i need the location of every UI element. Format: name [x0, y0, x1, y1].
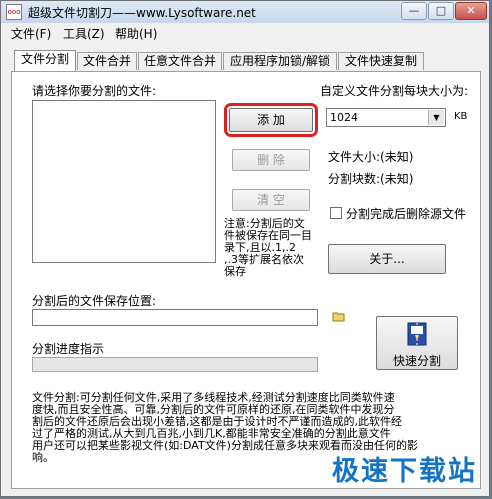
chevron-down-icon[interactable]: ▼	[428, 110, 444, 125]
app-icon: ooo	[6, 4, 22, 20]
progress-label: 分割进度指示	[32, 342, 105, 356]
split-progress-bar	[32, 357, 318, 372]
file-listbox[interactable]	[32, 100, 216, 263]
menu-tools[interactable]: 工具(Z)	[63, 25, 105, 42]
folder-icon[interactable]	[332, 311, 346, 323]
menu-help[interactable]: 帮助(H)	[115, 25, 157, 42]
delete-button[interactable]: 删 除	[232, 149, 310, 171]
window-title: 超级文件切割刀——www.Lysoftware.net	[28, 6, 256, 20]
close-button[interactable]: ✕	[455, 2, 487, 20]
block-count-label: 分割块数:(未知)	[328, 172, 414, 186]
delete-source-checkbox[interactable]	[330, 207, 342, 219]
quick-split-label: 快速分割	[392, 354, 441, 368]
clear-button[interactable]: 清 空	[232, 189, 310, 211]
tab-file-split[interactable]: 文件分割	[14, 50, 76, 72]
save-note: 注意:分割后的文 件被保存在同一目 录下,且以.1,.2 ,.3等扩展名依次 保…	[224, 218, 324, 278]
add-button[interactable]: 添 加	[224, 103, 318, 137]
delete-source-label[interactable]: 分割完成后删除源文件	[346, 205, 466, 222]
custom-size-label: 自定义文件分割每块大小为:	[320, 84, 469, 98]
block-size-value: 1024	[330, 111, 358, 124]
block-size-select[interactable]: 1024 ▼	[326, 108, 446, 127]
tab-app-lock[interactable]: 应用程序加锁/解锁	[223, 52, 337, 70]
menu-bar: 文件(F) 工具(Z) 帮助(H)	[1, 23, 489, 41]
file-size-label: 文件大小:(未知)	[328, 150, 414, 164]
title-bar[interactable]: ooo 超级文件切割刀——www.Lysoftware.net — □ ✕	[1, 1, 489, 24]
note-line: 保存	[224, 265, 246, 278]
quick-split-button[interactable]: 快速分割	[376, 316, 458, 370]
maximize-button[interactable]: □	[428, 2, 454, 20]
file-split-panel: 请选择你要分割的文件: 添 加 删 除 清 空 注意:分割后的文 件被保存在同一…	[11, 71, 481, 489]
minimize-button[interactable]: —	[401, 2, 427, 20]
tab-file-merge[interactable]: 文件合并	[77, 52, 137, 70]
save-location-label: 分割后的文件保存位置:	[32, 294, 157, 308]
select-file-label: 请选择你要分割的文件:	[32, 84, 157, 98]
tab-any-file-merge[interactable]: 任意文件合并	[138, 52, 222, 70]
save-location-input[interactable]	[32, 309, 318, 326]
watermark-text: 极速下载站	[332, 456, 477, 487]
about-button[interactable]: 关于...	[328, 244, 446, 274]
app-window: ooo 超级文件切割刀——www.Lysoftware.net — □ ✕ 文件…	[0, 0, 490, 497]
tab-quick-copy[interactable]: 文件快速复制	[338, 52, 424, 70]
split-file-icon	[406, 321, 428, 347]
menu-file[interactable]: 文件(F)	[11, 25, 51, 42]
size-unit-label: KB	[454, 111, 468, 122]
